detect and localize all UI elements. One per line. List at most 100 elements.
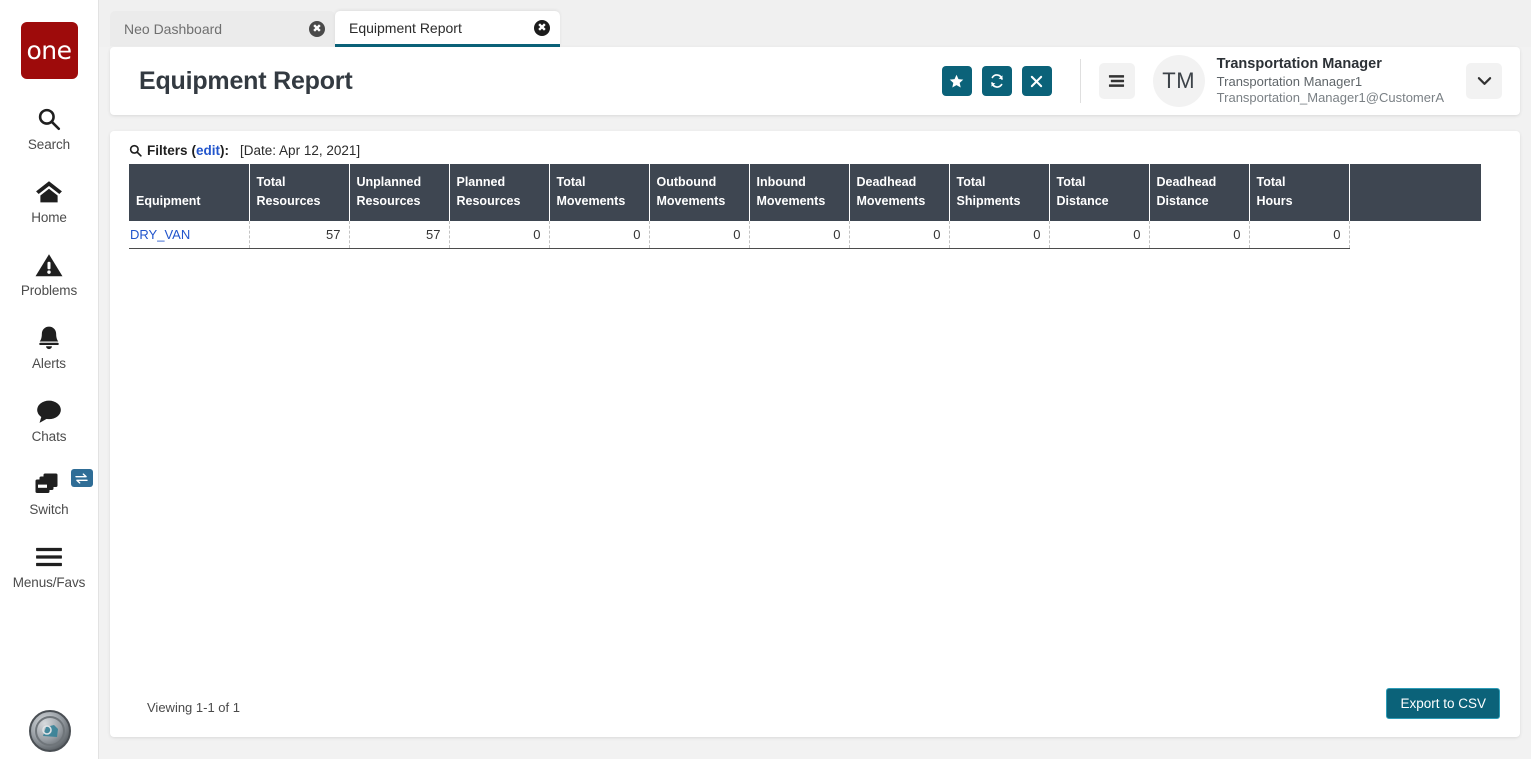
close-icon[interactable]: ✖: [309, 20, 325, 37]
cell-spacer: [1349, 220, 1481, 249]
table-footer: Viewing 1-1 of 1 Export to CSV: [110, 688, 1520, 737]
cell-deadhead-movements: 0: [849, 220, 950, 250]
left-nav-rail: one Search Home Problems Alerts Chats Sw…: [0, 0, 99, 759]
col-line2: Movements: [856, 194, 926, 209]
col-planned-resources[interactable]: Planned Resources: [449, 164, 550, 221]
cell-outbound-movements: 0: [649, 220, 750, 250]
table-header-row: Equipment Total Resources Unplanned Reso…: [129, 164, 1481, 221]
cell-total-movements: 0: [549, 220, 650, 250]
chevron-down-icon: [1477, 77, 1491, 85]
report-card: Filters ( edit ): [Date: Apr 12, 2021] E…: [110, 131, 1520, 737]
cell-total-hours: 0: [1249, 220, 1350, 250]
filter-bar: Filters ( edit ): [Date: Apr 12, 2021]: [110, 131, 1520, 164]
rail-item-switch[interactable]: Switch: [0, 469, 99, 517]
search-icon: [129, 144, 142, 157]
rail-item-menus-favs[interactable]: Menus/Favs: [0, 542, 99, 590]
col-line2: Resources: [356, 194, 421, 209]
cell-total-distance: 0: [1049, 220, 1150, 250]
rail-item-label: Problems: [20, 283, 78, 298]
tab-label: Equipment Report: [349, 19, 462, 36]
cell-deadhead-distance: 0: [1149, 220, 1250, 250]
rail-item-home[interactable]: Home: [0, 177, 99, 225]
col-line1: Unplanned: [356, 175, 422, 189]
col-total-hours[interactable]: Total Hours: [1249, 164, 1350, 221]
col-line1: Total: [256, 175, 286, 189]
page-header-card: Equipment Report TM Transportation Manag…: [110, 47, 1520, 115]
col-line2: Distance: [1156, 194, 1209, 209]
one-network-logo[interactable]: one: [20, 22, 78, 79]
rail-item-search[interactable]: Search: [0, 104, 99, 152]
cell-total-shipments: 0: [949, 220, 1050, 250]
rail-item-label: Chats: [31, 429, 67, 444]
col-unplanned-resources[interactable]: Unplanned Resources: [349, 164, 450, 221]
user-role: Transportation Manager: [1216, 55, 1382, 72]
col-line1: Inbound: [756, 175, 806, 189]
page-title: Equipment Report: [139, 66, 353, 95]
menu-button[interactable]: [1098, 63, 1135, 99]
header-divider: [1079, 59, 1081, 103]
tab-neo-dashboard[interactable]: Neo Dashboard ✖: [110, 11, 335, 46]
content-area: Neo Dashboard ✖ Equipment Report ✖ Equip…: [99, 0, 1531, 759]
close-icon[interactable]: ✖: [534, 19, 550, 36]
col-line1: Deadhead: [1156, 175, 1217, 189]
application-window: one Search Home Problems Alerts Chats Sw…: [0, 0, 1531, 759]
star-icon: [949, 74, 964, 87]
col-line1: Total: [1256, 175, 1286, 189]
table-row[interactable]: DRY_VAN 57 57 0 0 0 0 0 0 0 0 0: [129, 220, 1481, 250]
filter-date-value: [Date: Apr 12, 2021]: [240, 143, 361, 158]
cell-inbound-movements: 0: [749, 220, 850, 250]
tab-bar: Neo Dashboard ✖ Equipment Report ✖: [99, 0, 1531, 47]
rail-item-chats[interactable]: Chats: [0, 396, 99, 444]
avatar-initials: TM: [1162, 68, 1196, 93]
switch-icon: [34, 469, 64, 499]
avatar[interactable]: TM: [1152, 55, 1205, 107]
col-spacer: [1349, 164, 1481, 221]
col-line2: Equipment: [136, 194, 201, 209]
search-icon: [36, 104, 62, 134]
col-line1: Deadhead: [856, 175, 917, 189]
col-line2: Hours: [1256, 194, 1293, 209]
user-name: Transportation Manager1: [1216, 73, 1363, 89]
filters-edit-link[interactable]: edit: [196, 143, 220, 158]
hamburger-icon: [1109, 75, 1125, 87]
col-line1: Outbound: [656, 175, 717, 189]
rail-item-label: Home: [31, 210, 67, 225]
alerts-icon: [37, 323, 61, 353]
rail-item-label: Search: [27, 137, 71, 152]
col-line1: Total: [556, 175, 586, 189]
filters-label: Filters: [147, 143, 188, 158]
col-total-distance[interactable]: Total Distance: [1049, 164, 1150, 221]
rail-item-alerts[interactable]: Alerts: [0, 323, 99, 371]
cell-total-resources: 57: [249, 220, 350, 250]
header-actions: TM Transportation Manager Transportation…: [932, 47, 1520, 115]
col-total-shipments[interactable]: Total Shipments: [949, 164, 1050, 221]
col-outbound-movements[interactable]: Outbound Movements: [649, 164, 750, 221]
switch-toggle-badge[interactable]: [70, 469, 93, 487]
col-line2: Shipments: [956, 194, 1021, 209]
user-avatar-badge[interactable]: [29, 710, 71, 752]
col-deadhead-distance[interactable]: Deadhead Distance: [1149, 164, 1250, 221]
paren-close: ):: [220, 143, 230, 158]
user-info: Transportation Manager Transportation Ma…: [1217, 56, 1444, 106]
refresh-icon: [990, 74, 1003, 88]
rail-item-label: Menus/Favs: [12, 575, 86, 590]
user-menu-dropdown-button[interactable]: [1466, 63, 1502, 99]
cell-equipment[interactable]: DRY_VAN: [129, 220, 250, 250]
cell-planned-resources: 0: [449, 220, 550, 250]
col-inbound-movements[interactable]: Inbound Movements: [749, 164, 850, 221]
col-total-movements[interactable]: Total Movements: [549, 164, 650, 221]
close-button[interactable]: [1021, 66, 1052, 96]
logo-text: one: [26, 36, 72, 65]
rail-item-problems[interactable]: Problems: [0, 250, 99, 298]
favorite-button[interactable]: [941, 66, 972, 96]
rail-item-label: Alerts: [32, 356, 66, 371]
refresh-button[interactable]: [981, 66, 1012, 96]
cell-unplanned-resources: 57: [349, 220, 450, 250]
tab-equipment-report[interactable]: Equipment Report ✖: [335, 11, 560, 47]
col-deadhead-movements[interactable]: Deadhead Movements: [849, 164, 950, 221]
export-to-csv-button[interactable]: Export to CSV: [1386, 688, 1500, 719]
col-equipment[interactable]: Equipment: [129, 164, 250, 221]
col-line2: Distance: [1056, 194, 1109, 209]
col-total-resources[interactable]: Total Resources: [249, 164, 350, 221]
col-line2: Movements: [656, 194, 726, 209]
